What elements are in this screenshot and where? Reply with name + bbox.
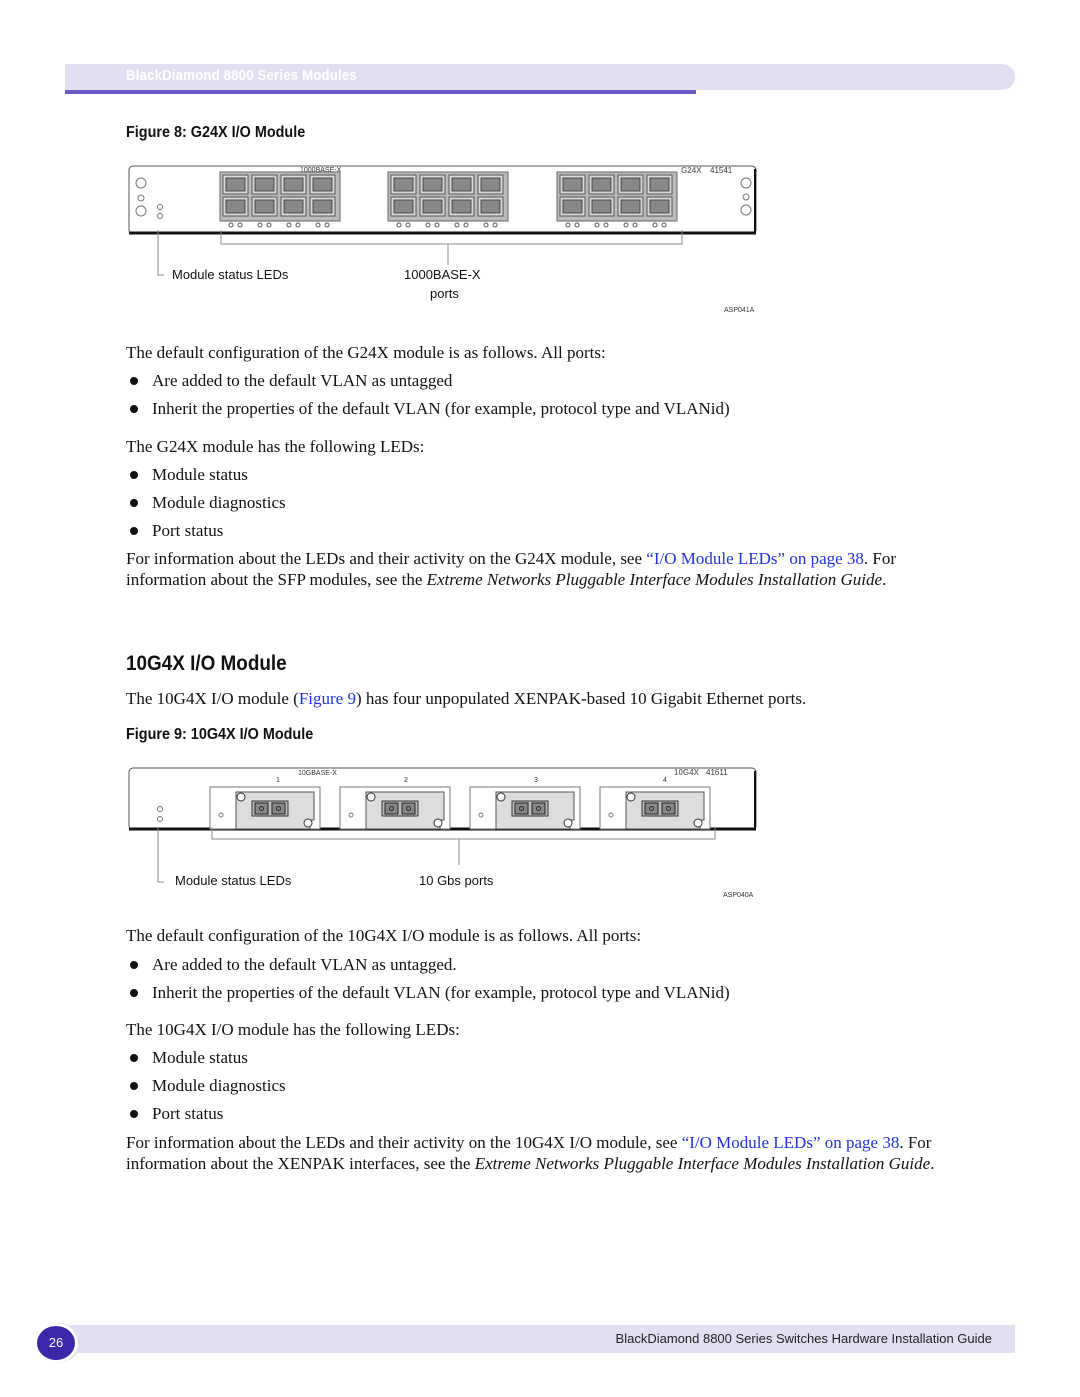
fiber-port-icon xyxy=(401,802,416,815)
screw-icon xyxy=(626,792,636,802)
bullet-icon xyxy=(130,377,138,386)
list-item: Module diagnostics xyxy=(130,1075,286,1096)
list-item: Port status xyxy=(130,1103,223,1124)
bullet-icon xyxy=(130,405,138,414)
fiber-port-icon xyxy=(514,802,529,815)
10g4x-module-diagram: 10GBASE-X 1 2 3 4 10G4X 41611 Module sta… xyxy=(128,767,758,899)
bullet-icon xyxy=(130,1082,138,1091)
bullet-icon xyxy=(130,961,138,970)
panel-label: 1000BASE-X xyxy=(300,167,342,174)
port-number: 3 xyxy=(534,777,538,784)
figure-9-caption: Figure 9: 10G4X I/O Module xyxy=(126,726,314,743)
fiber-port-icon xyxy=(661,802,676,815)
g24x-leds-intro: The G24X module has the following LEDs: xyxy=(126,437,425,456)
g24x-module-diagram: 1000BASE-X G24X 41541 Module status LEDs… xyxy=(128,165,758,314)
guide-reference: Extreme Networks Pluggable Interface Mod… xyxy=(474,1154,931,1173)
bullet-icon xyxy=(130,527,138,536)
list-item: Module diagnostics xyxy=(130,492,286,513)
part-number: 41611 xyxy=(706,768,728,777)
figure-9-link[interactable]: Figure 9 xyxy=(299,689,356,708)
g24x-intro: The default configuration of the G24X mo… xyxy=(126,343,606,362)
figure-code: ASP041A xyxy=(724,307,755,314)
io-module-leds-link[interactable]: “I/O Module LEDs” on page 38 xyxy=(682,1133,900,1152)
10g4x-info-paragraph: For information about the LEDs and their… xyxy=(126,1133,935,1173)
screw-icon xyxy=(366,792,376,802)
bullet-icon xyxy=(130,1054,138,1063)
list-item: Are added to the default VLAN as untagge… xyxy=(130,370,452,391)
panel-label: 10GBASE-X xyxy=(298,770,337,777)
io-module-leds-link[interactable]: “I/O Module LEDs” on page 38 xyxy=(646,549,864,568)
list-item: Are added to the default VLAN as untagge… xyxy=(130,954,457,975)
fiber-port-icon xyxy=(531,802,546,815)
fiber-port-icon xyxy=(254,802,269,815)
part-number: 41541 xyxy=(710,166,733,175)
list-item: Inherit the properties of the default VL… xyxy=(130,982,730,1003)
callout-module-status-leds: Module status LEDs xyxy=(175,873,292,888)
list-item: Module status xyxy=(130,464,248,485)
figure-code: ASP040A xyxy=(723,892,754,899)
section-heading-10g4x: 10G4X I/O Module xyxy=(126,652,287,675)
page-number: 26 xyxy=(34,1323,78,1363)
running-header-title: BlackDiamond 8800 Series Modules xyxy=(126,67,357,84)
port-number: 4 xyxy=(663,777,667,784)
list-item: Module status xyxy=(130,1047,248,1068)
bullet-icon xyxy=(130,989,138,998)
bullet-icon xyxy=(130,499,138,508)
port-number: 1 xyxy=(276,777,280,784)
screw-icon xyxy=(496,792,506,802)
bullet-icon xyxy=(130,1110,138,1119)
port-number: 2 xyxy=(404,777,408,784)
callout-ports-line2: ports xyxy=(430,286,459,301)
list-item: Inherit the properties of the default VL… xyxy=(130,398,730,419)
footer-title: BlackDiamond 8800 Series Switches Hardwa… xyxy=(615,1331,992,1346)
figure-8-caption: Figure 8: G24X I/O Module xyxy=(126,124,306,141)
fiber-port-icon xyxy=(644,802,659,815)
10g4x-config-intro: The default configuration of the 10G4X I… xyxy=(126,926,642,945)
10g4x-leds-intro: The 10G4X I/O module has the following L… xyxy=(126,1020,460,1039)
header-rule xyxy=(65,90,696,94)
model-label: 10G4X xyxy=(674,768,699,777)
10g4x-intro: The 10G4X I/O module (Figure 9) has four… xyxy=(126,689,807,708)
callout-ports-line1: 1000BASE-X xyxy=(404,267,481,282)
g24x-info-paragraph: For information about the LEDs and their… xyxy=(126,549,897,589)
callout-10gbs-ports: 10 Gbs ports xyxy=(419,873,494,888)
guide-reference: Extreme Networks Pluggable Interface Mod… xyxy=(426,570,883,589)
model-label: G24X xyxy=(681,166,702,175)
fiber-port-icon xyxy=(384,802,399,815)
fiber-port-icon xyxy=(271,802,286,815)
callout-module-status-leds: Module status LEDs xyxy=(172,267,289,282)
list-item: Port status xyxy=(130,520,223,541)
screw-icon xyxy=(236,792,246,802)
bullet-icon xyxy=(130,471,138,480)
